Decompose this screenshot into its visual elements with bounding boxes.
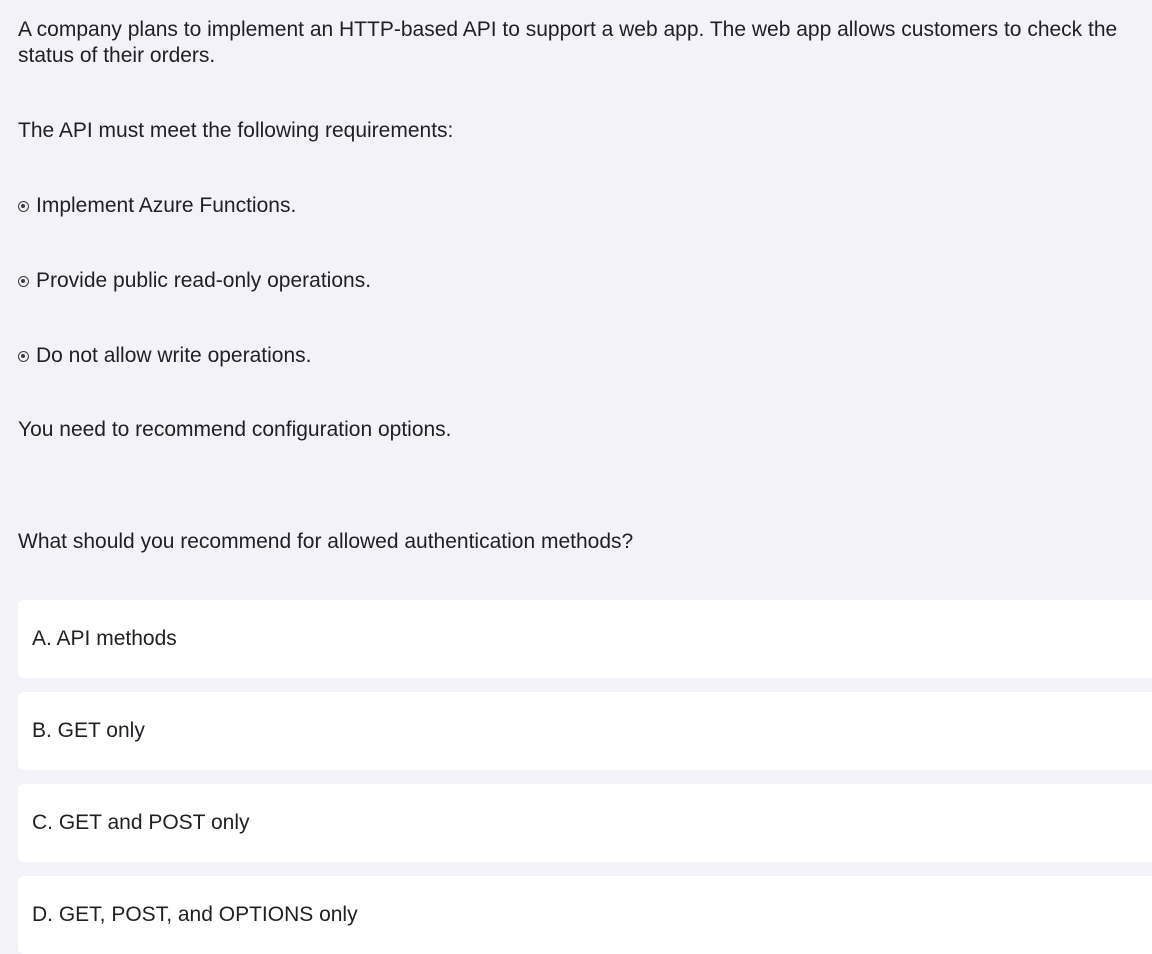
answer-option-label: C. GET and POST only — [32, 811, 250, 834]
requirement-text: Do not allow write operations. — [36, 344, 312, 367]
requirements-heading: The API must meet the following requirem… — [18, 119, 454, 142]
answer-option-b[interactable]: B. GET only — [18, 692, 1152, 770]
radio-bullet-icon — [18, 351, 29, 362]
question-prompt: What should you recommend for allowed au… — [18, 530, 634, 553]
radio-bullet-icon — [18, 276, 29, 287]
requirement-text: Implement Azure Functions. — [36, 194, 297, 217]
requirement-item: Implement Azure Functions. — [18, 193, 296, 219]
requirement-item: Do not allow write operations. — [18, 343, 311, 369]
answer-option-d[interactable]: D. GET, POST, and OPTIONS only — [18, 876, 1152, 954]
question-intro: A company plans to implement an HTTP-bas… — [18, 18, 1118, 67]
answer-option-c[interactable]: C. GET and POST only — [18, 784, 1152, 862]
requirement-text: Provide public read-only operations. — [36, 269, 372, 292]
task-statement: You need to recommend configuration opti… — [18, 418, 452, 441]
answer-option-a[interactable]: A. API methods — [18, 600, 1152, 678]
answer-option-label: A. API methods — [32, 627, 177, 650]
answer-option-label: D. GET, POST, and OPTIONS only — [32, 903, 358, 926]
answer-option-label: B. GET only — [32, 719, 145, 742]
requirement-item: Provide public read-only operations. — [18, 268, 371, 294]
radio-bullet-icon — [18, 201, 29, 212]
